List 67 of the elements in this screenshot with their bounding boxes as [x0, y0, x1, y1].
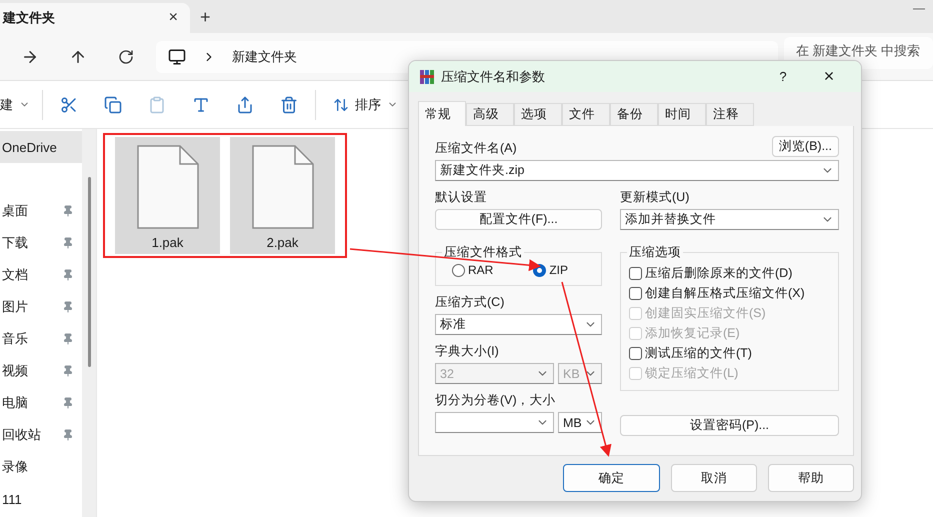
dialog-button[interactable]: 取消 — [671, 464, 757, 492]
field-label: 压缩方式(C) — [435, 294, 506, 311]
sidebar-item[interactable]: 文档 — [0, 259, 82, 291]
dialog-button[interactable]: 确定 — [563, 464, 660, 492]
monitor-icon — [168, 48, 186, 66]
file-item[interactable]: 1.pak — [115, 137, 220, 254]
pin-icon — [62, 237, 74, 249]
update-mode-select[interactable]: 添加并替换文件 — [620, 209, 839, 230]
field-label: 默认设置 — [435, 189, 488, 206]
pin-icon — [62, 397, 74, 409]
app-icon — [419, 68, 435, 84]
sidebar-item[interactable]: 录像 — [0, 451, 82, 483]
breadcrumb[interactable]: 新建文件夹 — [232, 48, 297, 66]
minimize-button[interactable]: — — [905, 0, 933, 16]
field-label: 更新模式(U) — [620, 189, 690, 206]
sidebar-item[interactable]: 电脑 — [0, 387, 82, 419]
dialog-tab[interactable]: 常规 — [418, 101, 466, 126]
close-tab-button[interactable]: × — [168, 9, 178, 27]
browse-button[interactable]: 浏览(B)... — [772, 136, 839, 157]
format-option[interactable]: RAR — [452, 263, 494, 277]
sidebar-item[interactable]: 桌面 — [0, 195, 82, 227]
pin-icon — [62, 205, 74, 217]
sidebar-item[interactable]: 图片 — [0, 291, 82, 323]
field-label: 切分为分卷(V)，大小 — [435, 392, 557, 409]
format-option[interactable]: ZIP — [533, 263, 568, 277]
sidebar-item[interactable]: OneDrive — [0, 131, 82, 163]
volume-size-field[interactable] — [435, 412, 554, 433]
tab-title: 建文件夹 — [3, 9, 55, 27]
dialog-tab[interactable]: 高级 — [466, 103, 514, 126]
dialog-tab[interactable]: 文件 — [562, 103, 610, 126]
sidebar-item[interactable]: 111 — [0, 483, 82, 515]
sort-icon — [333, 96, 349, 112]
file-icon — [136, 145, 198, 229]
pin-icon — [62, 333, 74, 345]
option-checkbox[interactable]: 测试压缩的文件(T) — [629, 345, 830, 362]
new-button[interactable]: 建 — [0, 96, 38, 114]
unit-select[interactable]: MB — [558, 412, 602, 433]
field-label: 压缩文件名(A) — [435, 140, 517, 157]
file-icon — [252, 145, 314, 229]
password-button[interactable]: 设置密码(P)... — [620, 415, 839, 436]
sidebar-item[interactable]: 音乐 — [0, 323, 82, 355]
dialog-tab[interactable]: 注释 — [706, 103, 754, 126]
group-label: 压缩文件格式 — [443, 244, 523, 261]
option-checkbox[interactable]: 压缩后删除原来的文件(D) — [629, 265, 830, 282]
group-label: 压缩选项 — [628, 244, 682, 261]
dialog-button[interactable]: 帮助 — [768, 464, 854, 492]
method-select[interactable]: 标准 — [435, 314, 602, 335]
pin-icon — [62, 269, 74, 281]
sidebar-item[interactable]: 回收站 — [0, 419, 82, 451]
explorer-tab[interactable]: 建文件夹 × — [0, 3, 190, 33]
pin-icon — [62, 365, 74, 377]
close-button[interactable]: × — [809, 66, 849, 87]
pin-icon — [62, 429, 74, 441]
sidebar-item[interactable]: 视频 — [0, 355, 82, 387]
pin-icon — [62, 301, 74, 313]
sort-button[interactable]: 排序 — [320, 96, 411, 114]
new-tab-button[interactable]: + — [200, 3, 211, 33]
field-label: 字典大小(I) — [435, 343, 500, 360]
profile-button[interactable]: 配置文件(F)... — [435, 209, 602, 230]
dialog-tab[interactable]: 时间 — [658, 103, 706, 126]
option-checkbox[interactable]: 创建自解压格式压缩文件(X) — [629, 285, 830, 302]
sidebar-item[interactable]: 下载 — [0, 227, 82, 259]
dialog-tab[interactable]: 备份 — [610, 103, 658, 126]
dialog-tab[interactable]: 选项 — [514, 103, 562, 126]
file-item[interactable]: 2.pak — [230, 137, 335, 254]
archive-name-field[interactable]: 新建文件夹.zip — [435, 160, 839, 181]
scrollbar[interactable] — [82, 129, 96, 517]
